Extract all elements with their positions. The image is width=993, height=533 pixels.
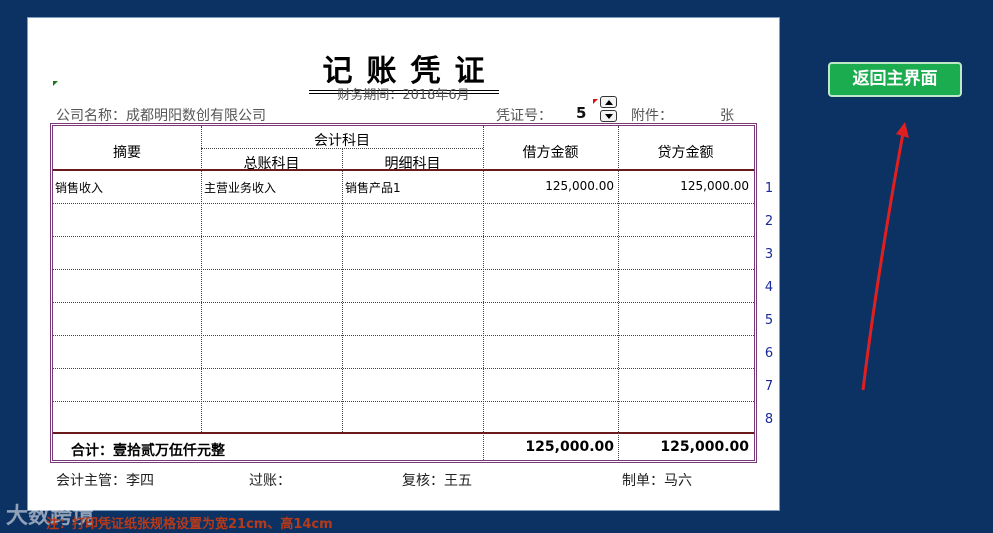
total-credit: 125,000.00 — [660, 439, 749, 455]
spin-up-icon[interactable] — [600, 96, 617, 108]
header-credit: 贷方金额 — [657, 145, 714, 161]
row-number: 4 — [764, 280, 774, 295]
voucher-number-spinner[interactable] — [600, 96, 618, 124]
row-number: 7 — [764, 379, 774, 394]
row-number: 5 — [764, 313, 774, 328]
header-account: 会计科目 — [314, 133, 370, 149]
row-debit[interactable]: 125,000.00 — [483, 179, 614, 193]
row-general-account[interactable]: 主营业务收入 — [204, 179, 276, 196]
row-number: 1 — [764, 181, 774, 196]
header-summary: 摘要 — [113, 145, 141, 161]
total-amount-words: 合计：壹拾贰万伍仟元整 — [71, 443, 225, 459]
company-name: 公司名称：成都明阳数创有限公司 — [56, 108, 266, 124]
header-debit: 借方金额 — [522, 145, 579, 161]
footer-maker: 制单：马六 — [622, 473, 692, 489]
row-number: 6 — [764, 346, 774, 361]
attachment-label: 附件： — [631, 108, 673, 124]
print-note: 注：打印凭证纸张规格设置为宽21cm、高14cm — [46, 517, 333, 532]
financial-period: 财务期间：2018年6月 — [337, 88, 470, 103]
attachment-unit: 张 — [720, 108, 734, 124]
voucher-number: 5 — [576, 104, 587, 122]
row-number: 2 — [764, 214, 774, 229]
red-arrow-icon — [861, 122, 909, 391]
spin-down-icon[interactable] — [600, 110, 617, 122]
total-debit: 125,000.00 — [525, 439, 614, 455]
footer-review: 复核：王五 — [402, 473, 472, 489]
row-credit[interactable]: 125,000.00 — [618, 179, 749, 193]
voucher-table: 摘要 会计科目 总账科目 明细科目 借方金额 贷方金额 销售收入 主营业务收入 销售… — [50, 123, 757, 463]
voucher-number-label: 凭证号： — [496, 108, 552, 124]
row-summary[interactable]: 销售收入 — [55, 179, 103, 196]
footer-supervisor: 会计主管：李四 — [56, 473, 154, 489]
row-number: 3 — [764, 247, 774, 262]
row-number: 8 — [764, 412, 774, 427]
footer-posting: 过账： — [249, 473, 291, 489]
voucher-sheet: 记账凭证 财务期间：2018年6月 公司名称：成都明阳数创有限公司 凭证号： 5… — [27, 17, 780, 511]
cell-comment-marker — [593, 99, 598, 104]
row-detail-account[interactable]: 销售产品1 — [345, 179, 401, 196]
return-home-button[interactable]: 返回主界面 — [828, 62, 962, 97]
